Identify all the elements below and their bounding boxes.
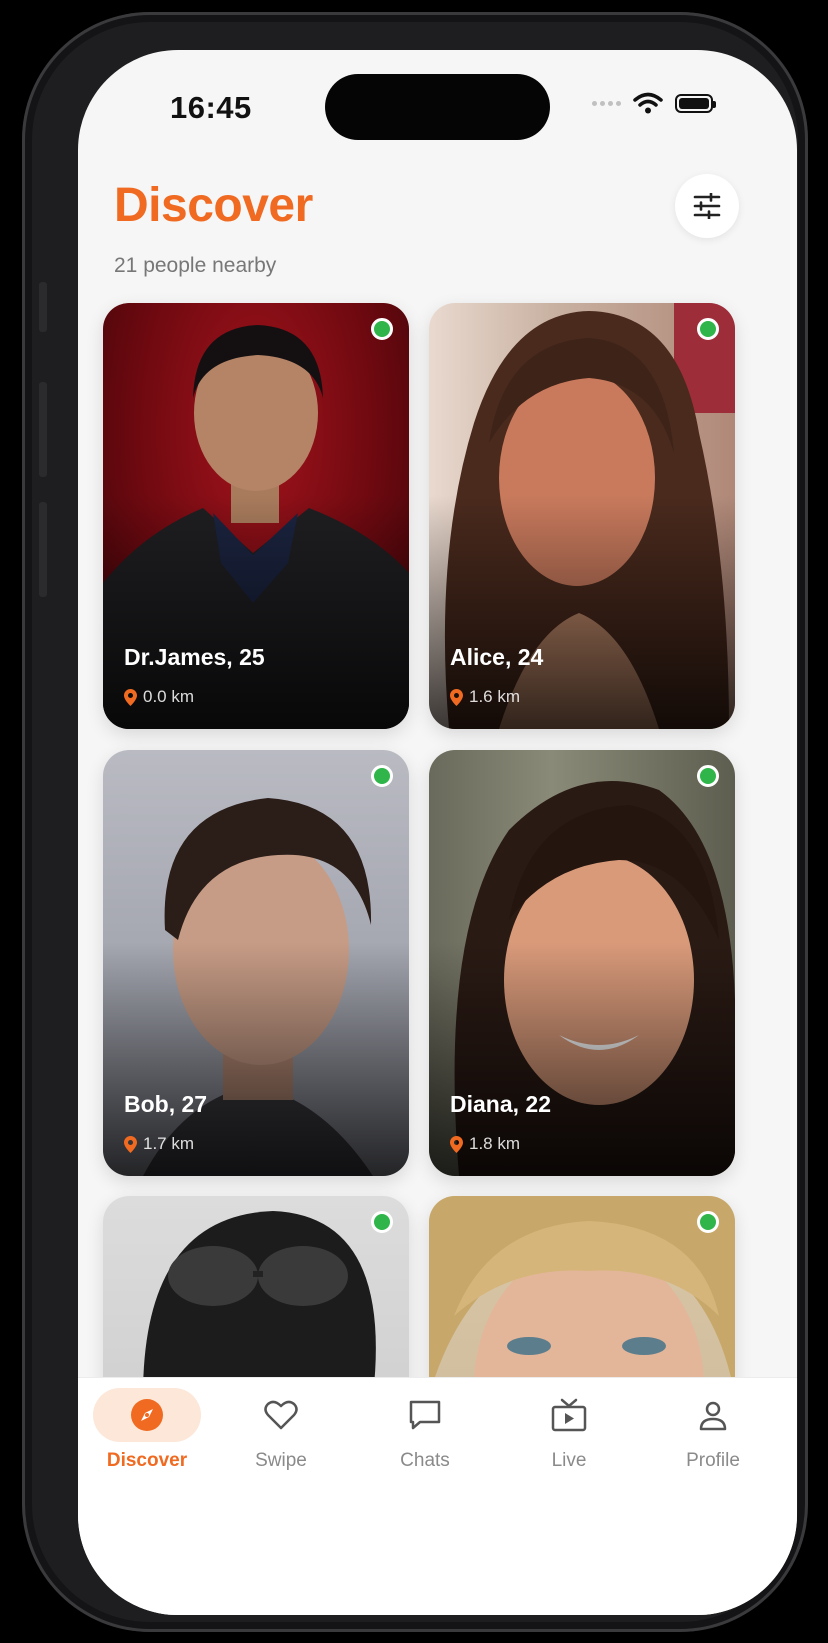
status-icons (592, 92, 716, 114)
location-pin-icon (450, 1135, 463, 1153)
status-time: 16:45 (170, 90, 252, 125)
profile-name-age: Alice, 24 (450, 644, 544, 670)
tab-label: Swipe (255, 1450, 307, 1471)
phone-frame: 16:45 Discover 21 people nearby Dr.James… (22, 12, 808, 1632)
tab-profile[interactable]: Profile (644, 1388, 782, 1488)
profile-card[interactable]: Diana, 22 1.8 km (429, 750, 735, 1176)
profile-name-age: Bob, 27 (124, 1091, 208, 1117)
battery-icon (675, 93, 716, 113)
tv-icon (551, 1398, 587, 1432)
distance-value: 1.8 km (469, 1134, 521, 1153)
app-screen: 16:45 Discover 21 people nearby Dr.James… (78, 50, 797, 1615)
online-indicator (697, 765, 719, 787)
page-title: Discover (114, 179, 313, 232)
online-indicator (371, 765, 393, 787)
tab-discover[interactable]: Discover (78, 1388, 216, 1488)
tab-label: Profile (686, 1450, 740, 1471)
tab-icon-background (93, 1388, 201, 1442)
location-pin-icon (124, 1135, 137, 1153)
distance-value: 1.7 km (143, 1134, 195, 1153)
tab-swipe[interactable]: Swipe (212, 1388, 350, 1488)
sliders-icon (693, 193, 721, 219)
bottom-tab-bar: Discover Swipe Chats Live Profile (78, 1377, 797, 1615)
online-indicator (371, 318, 393, 340)
distance-value: 0.0 km (143, 687, 195, 706)
location-pin-icon (124, 688, 137, 706)
mute-switch (39, 282, 47, 332)
volume-down-button (39, 502, 47, 597)
online-indicator (697, 318, 719, 340)
profile-distance: 1.8 km (450, 1134, 520, 1154)
profile-name-age: Dr.James, 25 (124, 644, 265, 670)
location-pin-icon (450, 688, 463, 706)
volume-up-button (39, 382, 47, 477)
profile-distance: 1.7 km (124, 1134, 194, 1154)
dynamic-island (325, 74, 550, 140)
profile-name-age: Diana, 22 (450, 1091, 551, 1117)
wifi-icon (633, 92, 663, 114)
profile-distance: 0.0 km (124, 687, 194, 707)
profile-distance: 1.6 km (450, 687, 520, 707)
profile-card[interactable]: Alice, 24 1.6 km (429, 303, 735, 729)
tab-chats[interactable]: Chats (356, 1388, 494, 1488)
profile-card[interactable]: Bob, 27 1.7 km (103, 750, 409, 1176)
tab-label: Chats (400, 1450, 450, 1471)
signal-icon (592, 100, 621, 106)
online-indicator (371, 1211, 393, 1233)
person-icon (699, 1401, 727, 1431)
tab-label: Live (551, 1450, 587, 1471)
filter-button[interactable] (675, 174, 739, 238)
nearby-count: 21 people nearby (114, 254, 277, 277)
heart-icon (264, 1400, 298, 1430)
compass-icon (131, 1399, 163, 1431)
chat-icon (409, 1400, 441, 1430)
tab-label: Discover (106, 1450, 188, 1471)
distance-value: 1.6 km (469, 687, 521, 706)
online-indicator (697, 1211, 719, 1233)
profile-card[interactable]: Dr.James, 25 0.0 km (103, 303, 409, 729)
tab-live[interactable]: Live (500, 1388, 638, 1488)
